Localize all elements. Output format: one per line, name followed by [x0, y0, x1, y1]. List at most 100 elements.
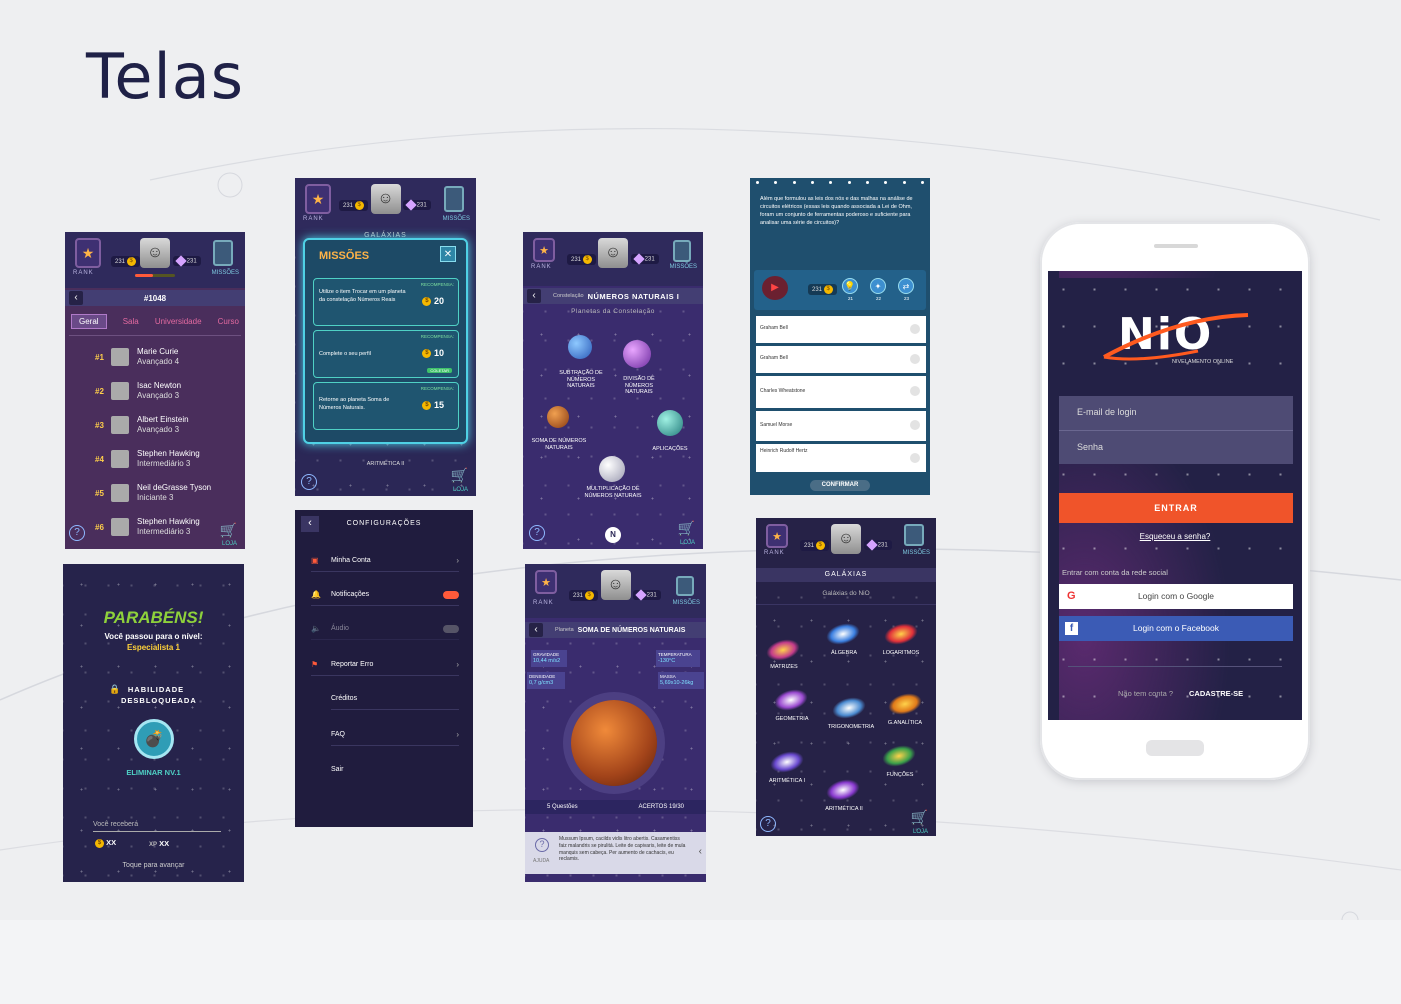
logo-orbit-icon — [1103, 313, 1249, 361]
congrats-screen[interactable]: PARABÉNS! Você passou para o nível: Espe… — [63, 564, 244, 882]
signup-link[interactable]: CADASTRE-SE — [1189, 689, 1243, 698]
tab-geral[interactable]: Geral — [71, 314, 107, 329]
missions-icon[interactable] — [904, 524, 924, 546]
mission-card[interactable]: Utilize o item Trocar em um planeta da c… — [313, 278, 459, 326]
nio-logo-icon[interactable]: N — [605, 527, 621, 543]
rank-icon[interactable]: ★ — [305, 184, 331, 214]
galaxy-trigonometria[interactable] — [829, 693, 869, 723]
avatar[interactable]: ☺ — [600, 570, 631, 600]
chevron-left-icon[interactable]: ‹ — [699, 846, 702, 857]
avatar[interactable]: ☺ — [140, 238, 170, 268]
missions-icon[interactable] — [444, 186, 464, 212]
google-login-button[interactable]: G Login com o Google — [1059, 584, 1293, 609]
rank-icon[interactable]: ★ — [535, 570, 557, 594]
help-icon[interactable]: ? — [301, 474, 317, 490]
shop-label: LOJA — [452, 487, 468, 493]
list-item[interactable]: #5 Neil deGrasse Tyson Iniciante 3 — [95, 476, 239, 510]
close-icon[interactable]: ✕ — [440, 246, 456, 262]
planet-sum-large[interactable] — [571, 700, 657, 786]
shop-cart-icon[interactable]: 🛒 — [911, 809, 928, 826]
help-icon[interactable]: ? — [529, 525, 545, 541]
answer-option[interactable]: Graham Bell — [756, 316, 926, 343]
settings-item-logout[interactable]: Sair — [331, 758, 459, 780]
nav-prefix: Constelação — [553, 293, 584, 299]
lightbulb-icon[interactable]: 💡 — [842, 278, 858, 294]
nav-title: SOMA DE NÚMEROS NATURAIS — [577, 626, 686, 634]
back-icon[interactable]: ‹ — [529, 623, 543, 637]
list-item[interactable]: #3 Albert Einstein Avançado 3 — [95, 408, 239, 442]
missions-icon[interactable] — [676, 576, 694, 596]
avatar[interactable]: ☺ — [831, 524, 861, 554]
shop-cart-icon[interactable]: 🛒 — [220, 522, 237, 539]
rank-level: Avançado 3 — [137, 425, 180, 434]
galaxy-matrizes[interactable] — [763, 635, 803, 665]
top-header: ★ RANK 231 $ ☺ 231 MISSÕES — [523, 232, 703, 286]
password-field[interactable]: Senha — [1059, 430, 1293, 464]
nav-bar: ‹ Planeta SOMA DE NÚMEROS NATURAIS — [525, 622, 706, 638]
mission-text: Complete o seu perfil — [319, 351, 371, 357]
section-subtitle: Galáxias do NiO — [822, 590, 870, 597]
answer-option[interactable]: Samuel Morse — [756, 411, 926, 441]
mission-card[interactable]: Retorne ao planeta Soma de Números Natur… — [313, 382, 459, 430]
radio-icon — [910, 386, 920, 396]
avatar — [111, 450, 129, 468]
help-icon[interactable]: ? — [760, 816, 776, 832]
galaxy-geometria[interactable] — [771, 685, 811, 715]
settings-item-faq[interactable]: FAQ › — [331, 724, 459, 746]
galaxy-funcoes[interactable] — [879, 741, 919, 771]
help-icon[interactable]: ? — [535, 838, 549, 852]
swap-icon[interactable]: ⇄ — [898, 278, 914, 294]
planet-sum[interactable] — [547, 406, 569, 428]
galaxy-aritmetica-1[interactable] — [767, 747, 807, 777]
audio-toggle[interactable] — [443, 624, 459, 633]
galaxy-aritmetica-2[interactable] — [823, 775, 863, 805]
xp-bar — [135, 274, 175, 277]
avatar[interactable]: ☺ — [598, 238, 628, 268]
missions-icon[interactable] — [673, 240, 691, 262]
rank-icon[interactable]: ★ — [75, 238, 101, 268]
answer-text: Graham Bell — [760, 355, 788, 361]
planet-multiplication[interactable] — [599, 456, 625, 482]
answer-option[interactable]: Graham Bell — [756, 346, 926, 373]
rank-icon[interactable]: ★ — [533, 238, 555, 262]
notifications-toggle[interactable] — [443, 590, 459, 599]
back-icon[interactable]: ‹ — [527, 289, 541, 303]
galaxy-logaritmos[interactable] — [881, 619, 921, 649]
shop-cart-icon[interactable]: 🛒 — [451, 467, 468, 484]
tab-universidade[interactable]: Universidade — [155, 317, 202, 326]
planet-division[interactable] — [623, 340, 651, 368]
settings-item-report[interactable]: ⚑ Reportar Erro › — [311, 654, 459, 676]
mission-card[interactable]: Complete o seu perfil RECOMPENSA: $ 10 C… — [313, 330, 459, 378]
planet-subtraction[interactable] — [568, 335, 592, 359]
galaxy-algebra[interactable] — [823, 619, 863, 649]
bomb-icon[interactable]: ✦ — [870, 278, 886, 294]
enter-button[interactable]: ENTRAR — [1059, 493, 1293, 523]
forgot-password-link[interactable]: Esqueceu a senha? — [1048, 532, 1302, 541]
shop-cart-icon[interactable]: 🛒 — [678, 520, 695, 537]
settings-item-credits[interactable]: Créditos — [331, 688, 459, 710]
list-item[interactable]: #4 Stephen Hawking Intermediário 3 — [95, 442, 239, 476]
tab-sala[interactable]: Sala — [123, 317, 139, 326]
password-placeholder: Senha — [1077, 442, 1104, 452]
list-item[interactable]: #2 Isac Newton Avançado 3 — [95, 374, 239, 408]
missions-icon[interactable] — [213, 240, 233, 266]
video-play-icon[interactable]: ▶ — [762, 276, 788, 300]
email-field[interactable]: E-mail de login — [1059, 396, 1293, 430]
rank-level: Avançado 3 — [137, 391, 180, 400]
help-icon[interactable]: ? — [69, 525, 85, 541]
collect-button[interactable]: COLETAR — [427, 368, 452, 373]
back-icon[interactable]: ‹ — [69, 291, 83, 305]
rank-screen: ★ RANK 231 $ ☺ 231 MISSÕES ‹ #1048 Geral… — [65, 232, 245, 549]
planet-applications[interactable] — [657, 410, 683, 436]
tab-curso[interactable]: Curso — [218, 317, 239, 326]
rank-icon[interactable]: ★ — [766, 524, 788, 548]
list-item[interactable]: #1 Marie Curie Avançado 4 — [95, 340, 239, 374]
answer-option[interactable]: Charles Wheatstone — [756, 376, 926, 408]
facebook-login-button[interactable]: f Login com o Facebook — [1059, 616, 1293, 641]
avatar[interactable]: ☺ — [370, 184, 401, 214]
confirm-button[interactable]: CONFIRMAR — [810, 480, 870, 491]
galaxy-g-analitica[interactable] — [885, 689, 925, 719]
list-item[interactable]: #6 Stephen Hawking Intermediário 3 — [95, 510, 239, 544]
answer-option[interactable]: Heinrich Rudolf Hertz — [756, 444, 926, 472]
settings-item-account[interactable]: ▣ Minha Conta › — [311, 550, 459, 572]
